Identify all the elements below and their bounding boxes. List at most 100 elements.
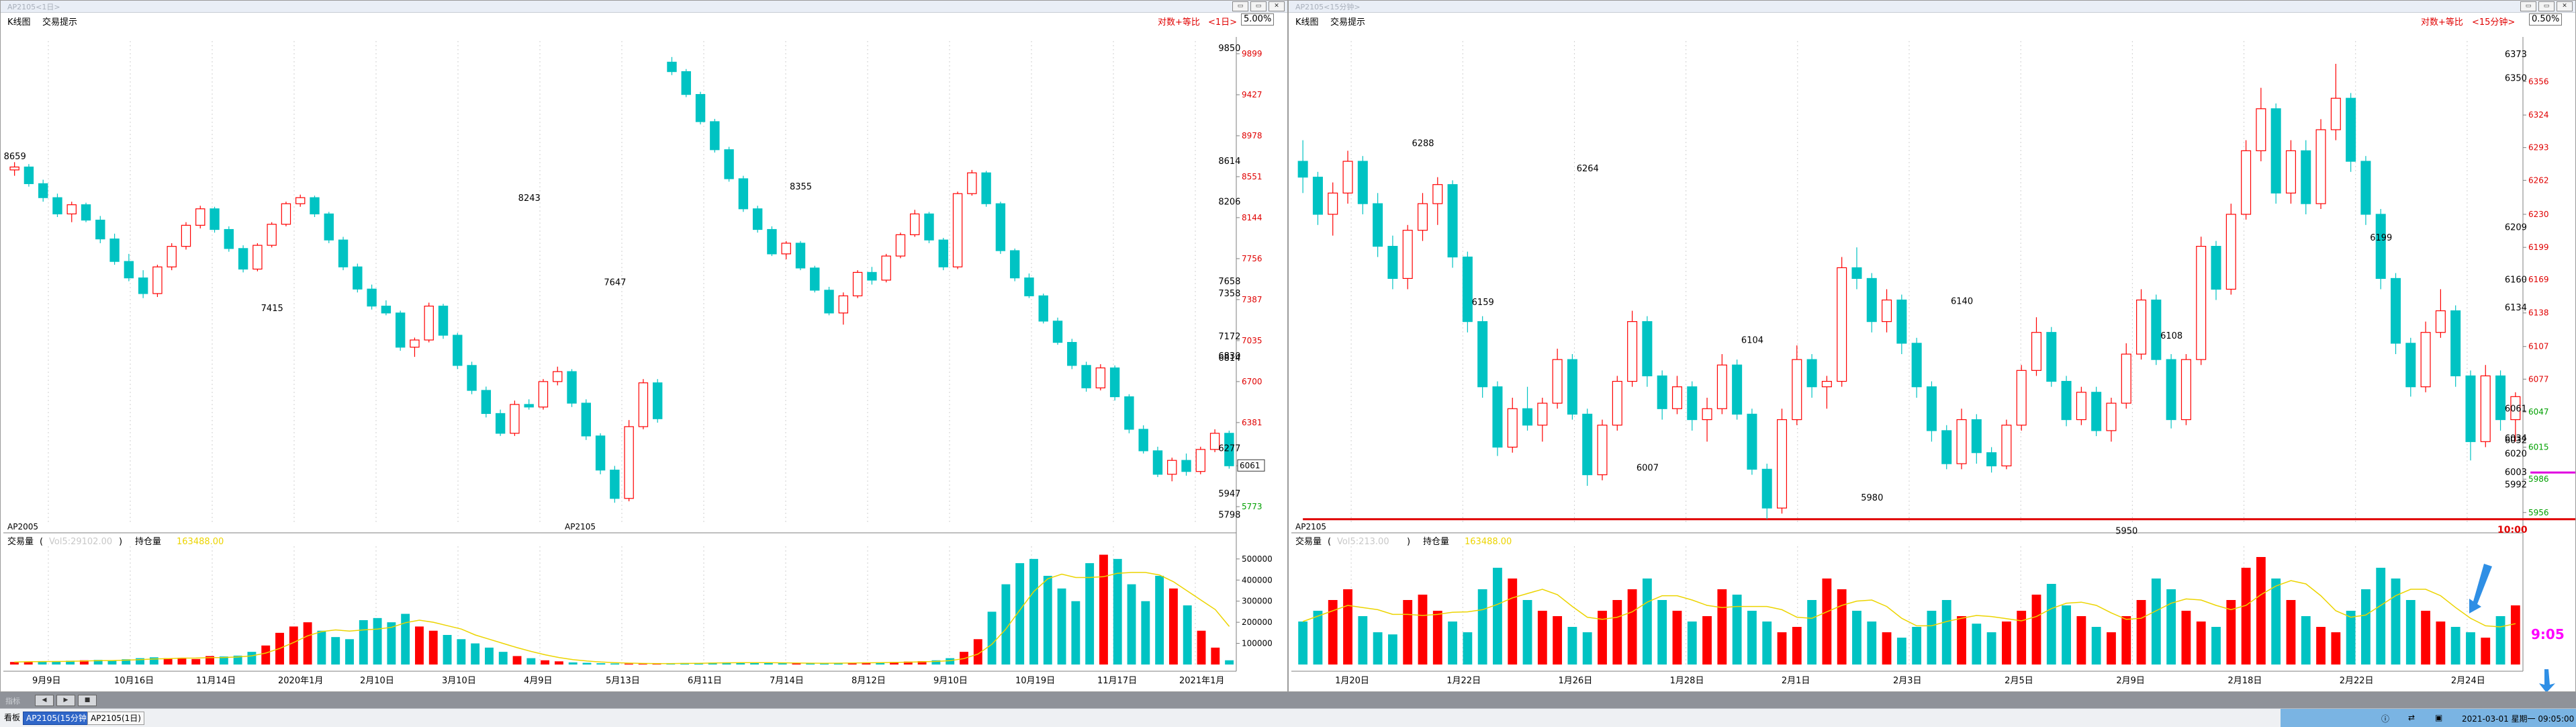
volume-bar (2181, 611, 2191, 665)
candle-body (1342, 161, 1353, 194)
tab-ap2105-1day[interactable]: AP2105(1日) (87, 712, 144, 725)
candle-body (267, 224, 277, 246)
volume-bar (2001, 622, 2011, 665)
candle-body (1492, 386, 1503, 448)
tab-ap2105-15min[interactable]: AP2105(15分钟) (23, 712, 93, 725)
candle-body (195, 208, 205, 226)
volume-bar (1553, 616, 1563, 665)
volume-bar (1852, 611, 1861, 665)
x-tick-label: 2月1日 (1782, 676, 1810, 686)
volume-bar (512, 656, 522, 665)
candle-body (553, 371, 563, 382)
candle-body (510, 404, 520, 434)
candle-body (281, 203, 291, 225)
candle-body (2391, 277, 2401, 344)
candle-body (1552, 359, 1563, 404)
candle-body (1821, 380, 1832, 388)
volume-bar (303, 622, 312, 665)
candle-body (1312, 177, 1323, 215)
volume-bar (2346, 611, 2356, 665)
x-tick-label: 10月16日 (114, 676, 154, 686)
candle-body (238, 248, 248, 270)
left-chart-window: AP2105<1日> ▭ ▭ ✕ K线图 交易提示 对数+等比 <1日> 5.0… (0, 0, 1288, 692)
volume-bar (1358, 616, 1368, 665)
volume-bar (610, 663, 620, 665)
candle-body (1582, 413, 1593, 476)
price-tick-label: 7035 (1242, 336, 1262, 345)
toolbar-stop-button[interactable]: ■ (78, 695, 97, 706)
volume-bar (1747, 611, 1757, 665)
candle-body (181, 224, 191, 247)
price-tick-label: 6700 (1242, 377, 1262, 386)
price-annotation: 6140 (1951, 297, 1973, 307)
candle-body (1866, 277, 1877, 323)
volume-bar (1298, 622, 1308, 665)
volume-tick-label: 300000 (1242, 597, 1273, 606)
volume-bar (443, 635, 452, 665)
board-label[interactable]: 看板 (1, 712, 23, 724)
candle-body (1081, 365, 1091, 388)
x-tick-label: 2021年1月 (1179, 676, 1224, 686)
candle-body (1747, 413, 1757, 470)
candle-body (295, 197, 306, 204)
candle-body (1792, 359, 1802, 421)
candle-body (1477, 321, 1488, 388)
volume-bar (582, 662, 592, 665)
volume-bar (1211, 647, 1220, 665)
volume-bar (2481, 638, 2491, 665)
volume-bar (373, 617, 382, 665)
candle-body (2301, 150, 2311, 204)
candle-body (2016, 370, 2027, 426)
candle-body (1971, 419, 1982, 454)
candle-body (1627, 321, 1638, 382)
candle-body (152, 266, 163, 294)
volume-bar (2376, 568, 2386, 665)
volume-bar (987, 611, 997, 665)
candle-body (524, 404, 534, 408)
price-annotation: 6209 (2505, 222, 2527, 232)
window-icon[interactable]: ▣ (2435, 713, 2442, 722)
volume-bar (2316, 627, 2326, 665)
price-tick-label: 9899 (1242, 49, 1262, 58)
volume-bar (1657, 600, 1667, 665)
candle-body (1447, 184, 1458, 258)
candle-body (2151, 299, 2162, 360)
candle-body (2256, 108, 2266, 151)
x-tick-label: 2月3日 (1893, 676, 1922, 686)
info-icon[interactable]: ⓘ (2381, 713, 2389, 724)
toolbar-next-button[interactable]: ▶ (56, 695, 75, 706)
volume-bar (1113, 558, 1122, 665)
candle-body (353, 266, 363, 290)
volume-bar (1627, 589, 1637, 665)
volume-bar (2466, 632, 2475, 665)
candle-body (224, 228, 234, 249)
left-chart-canvas: 9899 9427 8978 8551 8144 7756 7387 7035 6700 6381… (3, 37, 1273, 686)
price-tick-label: 8144 (1242, 213, 1262, 222)
candle-body (1926, 386, 1937, 431)
volume-bar (1732, 595, 1742, 665)
candle-body (495, 413, 506, 434)
candle-body (1941, 430, 1952, 464)
candle-body (381, 305, 392, 314)
volume-bar (1567, 627, 1577, 665)
volume-bar (2017, 611, 2027, 665)
volume-bar (415, 626, 424, 665)
volume-bar (2495, 616, 2505, 665)
candle-body (1387, 245, 1398, 280)
toolbar-prev-button[interactable]: ◀ (35, 695, 54, 706)
candle-body (324, 213, 334, 241)
volume-bar (191, 658, 201, 665)
candle-body (2091, 392, 2102, 431)
volume-bar (1927, 611, 1937, 665)
sync-icon[interactable]: ⇄ (2408, 713, 2415, 722)
candle-body (1024, 277, 1034, 296)
volume-bar (1687, 622, 1697, 665)
right-chart-canvas: 6356 6324 6293 6262 6230 6199 6169 6138 6107 6077… (1291, 37, 2575, 691)
price-annotation: 6032 (2505, 436, 2527, 446)
volume-bar (1508, 579, 1518, 665)
volume-ma-value: Vol5:29102.00 (49, 537, 112, 547)
price-annotation: 6350 (2505, 74, 2527, 84)
volume-bar (1029, 558, 1038, 665)
annotation-arrow-icon (2469, 564, 2492, 613)
price-annotation: 8206 (1218, 197, 1240, 207)
